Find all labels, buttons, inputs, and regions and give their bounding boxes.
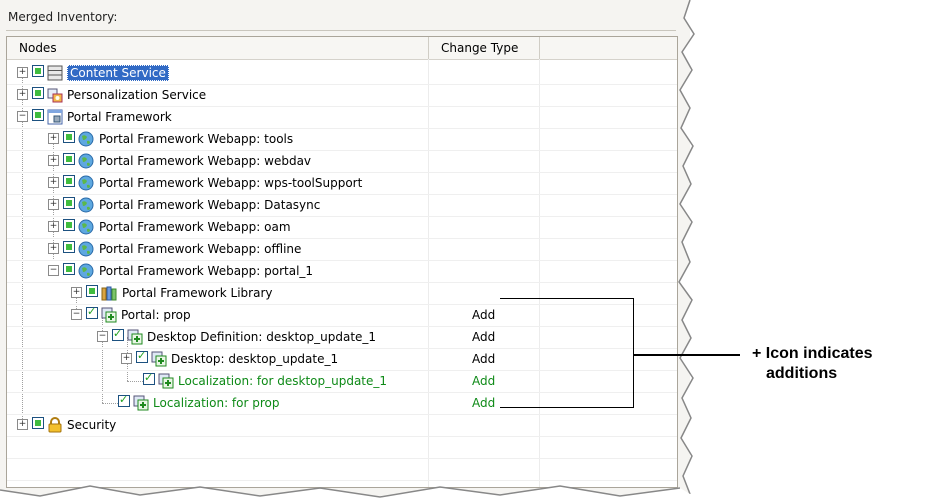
callout-line-2: additions bbox=[766, 365, 838, 382]
callout-pointer-line bbox=[634, 354, 740, 356]
callout-text: + Icon indicates additions bbox=[752, 344, 872, 384]
additions-bracket bbox=[500, 298, 634, 408]
torn-edge-decoration bbox=[0, 0, 942, 504]
callout-line-1: + Icon indicates bbox=[752, 345, 873, 362]
